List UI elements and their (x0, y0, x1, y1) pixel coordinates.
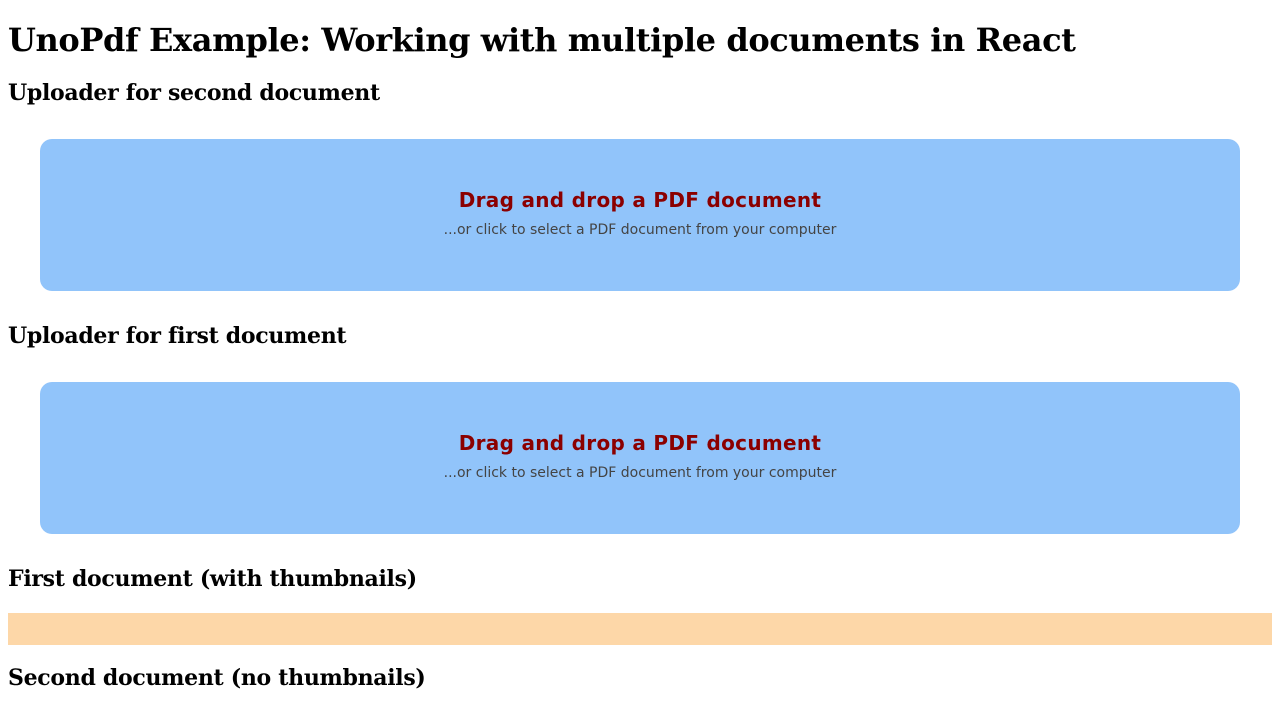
dropzone-title: Drag and drop a PDF document (458, 187, 822, 212)
first-document-heading: First document (with thumbnails) (8, 566, 417, 592)
second-document-dropzone[interactable]: Drag and drop a PDF document ...or click… (40, 139, 1240, 291)
dropzone-title: Drag and drop a PDF document (458, 430, 822, 455)
second-document-heading: Second document (no thumbnails) (8, 665, 426, 691)
dropzone-subtitle: ...or click to select a PDF document fro… (443, 464, 837, 481)
page: UnoPdf Example: Working with multiple do… (0, 0, 1280, 720)
first-document-dropzone[interactable]: Drag and drop a PDF document ...or click… (40, 382, 1240, 534)
first-uploader-heading: Uploader for first document (8, 323, 347, 349)
first-document-thumbnail-strip (8, 613, 1272, 645)
page-title: UnoPdf Example: Working with multiple do… (8, 21, 1076, 59)
dropzone-subtitle: ...or click to select a PDF document fro… (443, 221, 837, 238)
second-uploader-heading: Uploader for second document (8, 80, 380, 106)
